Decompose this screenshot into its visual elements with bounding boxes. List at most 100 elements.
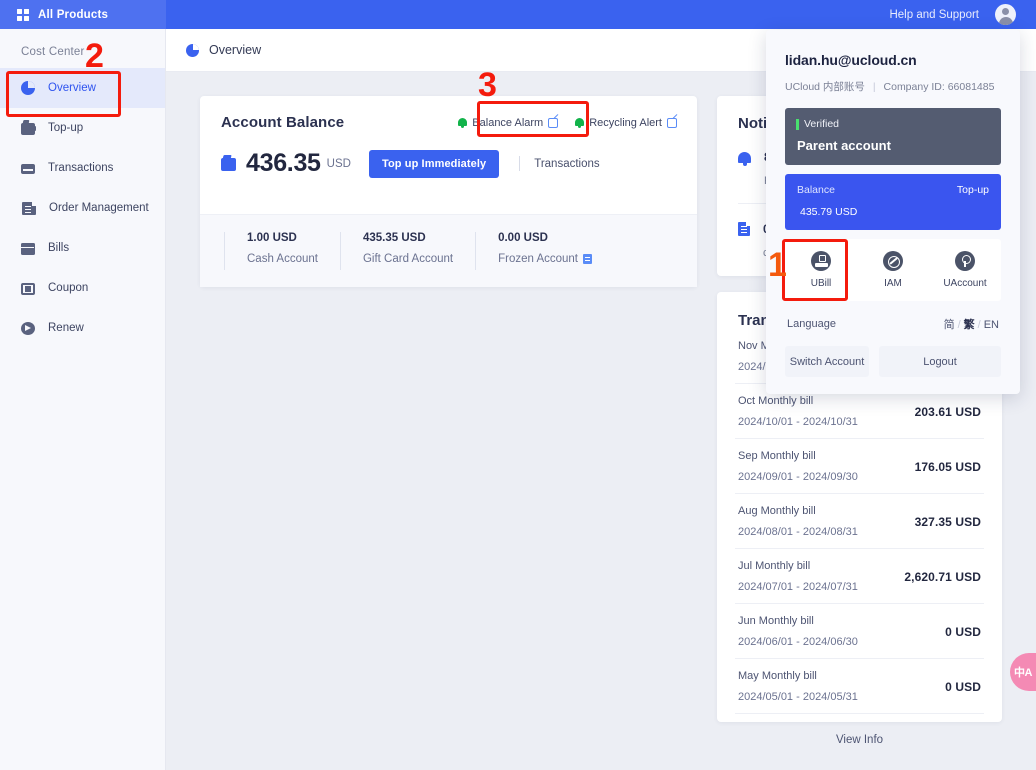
account-balance-card: Account Balance Balance Alarm Recycling … <box>200 96 697 287</box>
document-icon <box>738 222 750 236</box>
external-link-icon <box>548 117 559 128</box>
bell-icon <box>575 117 585 128</box>
top-up-immediately-button[interactable]: Top up Immediately <box>368 149 500 178</box>
sidebar-label-coupon: Coupon <box>48 282 89 294</box>
sidebar-item-order-management[interactable]: Order Management <box>0 188 165 228</box>
account-type: UCloud 内部账号 <box>785 81 865 93</box>
bill-period: 2024/09/01 - 2024/09/30 <box>738 471 858 483</box>
sidebar-item-transactions[interactable]: Transactions <box>0 148 165 188</box>
all-products-button[interactable]: All Products <box>0 0 166 29</box>
bill-amount: 2,620.71 USD <box>904 569 981 584</box>
switch-account-button[interactable]: Switch Account <box>785 346 870 377</box>
bill-period: 2024/06/01 - 2024/06/30 <box>738 636 858 648</box>
service-shortcuts-row: UBill IAM UAccount <box>785 239 1001 301</box>
user-avatar-button[interactable] <box>995 4 1016 25</box>
user-key-icon <box>955 251 975 271</box>
app-root: All Products Help and Support Cost Cente… <box>0 0 1036 770</box>
account-email: lidan.hu@ucloud.cn <box>785 52 917 68</box>
bill-period: 2024/08/01 - 2024/08/31 <box>738 526 858 538</box>
all-products-label: All Products <box>38 8 109 21</box>
grid-icon <box>17 8 29 21</box>
bill-amount: 176.05 USD <box>914 459 981 474</box>
panel-action-buttons: Switch Account Logout <box>785 346 1001 377</box>
sidebar-label-top-up: Top-up <box>48 122 84 134</box>
external-link-icon <box>667 117 677 128</box>
sidebar-label-overview: Overview <box>48 82 96 94</box>
bill-amount: 327.35 USD <box>914 514 981 529</box>
page-title: Overview <box>209 43 262 57</box>
divider <box>519 156 521 171</box>
transactions-link[interactable]: Transactions <box>534 158 599 170</box>
sidebar-label-order-management: Order Management <box>49 202 149 214</box>
bill-name: Jun Monthly bill <box>738 615 814 627</box>
sub-account-label: Frozen Account <box>498 253 578 265</box>
table-row[interactable]: Jul Monthly bill 2024/07/01 - 2024/07/31… <box>735 549 984 604</box>
balance-alarm-label: Balance Alarm <box>472 116 544 129</box>
iam-button[interactable]: IAM <box>857 239 929 301</box>
coupon-icon <box>21 282 35 295</box>
avatar-head-icon <box>1002 8 1009 15</box>
logout-button[interactable]: Logout <box>879 346 1001 377</box>
bill-period: 2024/07/01 - 2024/07/31 <box>738 581 858 593</box>
lang-option-simplified[interactable]: 简 <box>944 319 955 331</box>
balance-amount-row: 436.35 USD Top up Immediately Transactio… <box>221 149 677 178</box>
bill-amount: 203.61 USD <box>914 404 981 419</box>
panel-balance-label: Balance <box>797 184 835 196</box>
lang-option-traditional[interactable]: 繁 <box>964 319 975 331</box>
account-balance-title: Account Balance <box>221 114 345 131</box>
balance-alarm-link[interactable]: Balance Alarm <box>458 116 559 129</box>
sidebar-item-coupon[interactable]: Coupon <box>0 268 165 308</box>
language-label: Language <box>787 318 836 330</box>
sidebar-group-title: Cost Center <box>21 46 85 58</box>
recycling-alert-link[interactable]: Recycling Alert <box>575 117 677 129</box>
language-options: 简 / 繁 / EN <box>943 319 999 331</box>
topbar-right-group: Help and Support <box>889 4 1036 25</box>
panel-topup-link[interactable]: Top-up <box>957 184 989 196</box>
sub-account-label: Cash Account <box>247 253 318 265</box>
sidebar: Cost Center Overview Top-up Transactions… <box>0 29 166 770</box>
credit-card-icon <box>21 164 35 174</box>
panel-balance-amount: 435.79 <box>800 206 833 218</box>
bill-period: 2024/10/01 - 2024/10/31 <box>738 416 858 428</box>
top-navigation-bar: All Products Help and Support <box>0 0 1036 29</box>
bill-period: 2024/05/01 - 2024/05/31 <box>738 691 858 703</box>
translate-icon: 中A <box>1014 667 1032 679</box>
view-info-link[interactable]: View Info <box>735 714 984 746</box>
document-icon <box>22 201 36 215</box>
table-row[interactable]: Sep Monthly bill 2024/09/01 - 2024/09/30… <box>735 439 984 494</box>
help-and-support-link[interactable]: Help and Support <box>889 9 979 21</box>
account-role: Parent account <box>797 138 891 153</box>
bill-amount: 0 USD <box>945 624 981 639</box>
verification-status-box: Verified Parent account <box>785 108 1001 165</box>
sub-account-frozen: 0.00 USD Frozen Account <box>475 232 592 270</box>
sidebar-item-bills[interactable]: Bills <box>0 228 165 268</box>
alert-links-group: Balance Alarm Recycling Alert <box>458 117 677 129</box>
sidebar-label-transactions: Transactions <box>48 162 114 174</box>
sub-account-label: Gift Card Account <box>362 253 454 265</box>
account-meta: UCloud 内部账号 | Company ID: 66081485 <box>785 79 1001 94</box>
uaccount-label: UAccount <box>943 278 987 289</box>
ubill-icon <box>811 251 831 271</box>
sub-account-amount: 1.00 USD <box>247 232 297 244</box>
table-row[interactable]: Jun Monthly bill 2024/06/01 - 2024/06/30… <box>735 604 984 659</box>
ubill-button[interactable]: UBill <box>785 239 857 301</box>
sidebar-label-renew: Renew <box>48 322 84 334</box>
bill-name: Aug Monthly bill <box>738 505 816 517</box>
lang-option-english[interactable]: EN <box>984 319 999 331</box>
recycling-alert-label: Recycling Alert <box>589 116 662 129</box>
wallet-icon <box>21 122 36 135</box>
sidebar-item-renew[interactable]: Renew <box>0 308 165 348</box>
uaccount-button[interactable]: UAccount <box>929 239 1001 301</box>
company-id: Company ID: 66081485 <box>883 81 995 93</box>
bell-icon <box>458 117 468 128</box>
wallet-icon <box>221 156 237 171</box>
balance-currency: USD <box>326 157 351 170</box>
table-row[interactable]: Aug Monthly bill 2024/08/01 - 2024/08/31… <box>735 494 984 549</box>
sidebar-item-overview[interactable]: Overview <box>0 68 165 108</box>
sidebar-item-top-up[interactable]: Top-up <box>0 108 165 148</box>
document-icon[interactable] <box>583 254 592 264</box>
verified-badge: Verified <box>796 118 1001 130</box>
table-row[interactable]: May Monthly bill 2024/05/01 - 2024/05/31… <box>735 659 984 714</box>
bill-name: Sep Monthly bill <box>738 450 816 462</box>
panel-balance-currency: USD <box>835 206 858 218</box>
